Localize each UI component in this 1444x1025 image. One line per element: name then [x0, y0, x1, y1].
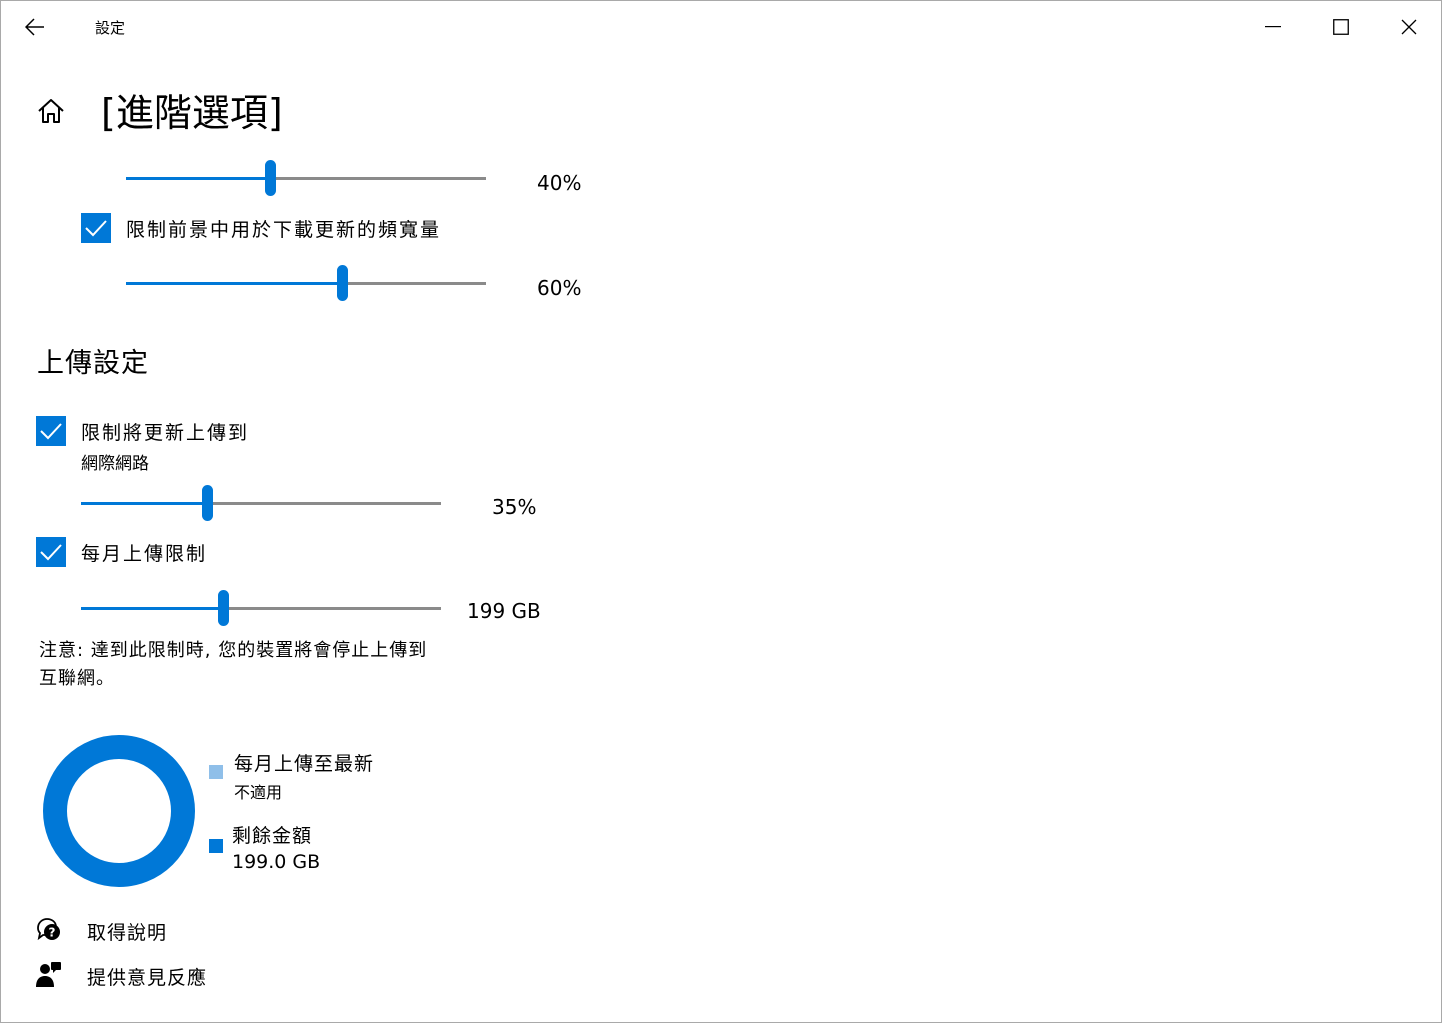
legend-value-remaining: 199.0 GB	[232, 851, 321, 873]
upload-limit-sublabel: 網際網路	[81, 454, 149, 474]
minimize-button[interactable]	[1239, 1, 1307, 53]
background-bandwidth-slider[interactable]	[126, 159, 486, 199]
legend-swatch-uploaded	[209, 765, 223, 779]
slider-fill	[81, 502, 207, 505]
foreground-bandwidth-value: 60%	[537, 276, 582, 300]
slider-thumb[interactable]	[202, 485, 213, 521]
back-button[interactable]	[19, 13, 51, 41]
slider-fill	[126, 177, 270, 180]
page-title: [進階選項]	[101, 91, 283, 135]
checkmark-icon	[40, 423, 62, 440]
give-feedback-label: 提供意見反應	[87, 967, 208, 989]
legend-swatch-remaining	[209, 839, 223, 853]
legend-value-uploaded: 不適用	[234, 783, 283, 802]
close-button[interactable]	[1375, 1, 1443, 53]
window-title: 設定	[95, 19, 126, 37]
slider-fill	[81, 607, 224, 610]
close-icon	[1401, 19, 1417, 35]
note-line: 注意: 達到此限制時, 您的裝置將會停止上傳到	[39, 640, 428, 661]
maximize-button[interactable]	[1307, 1, 1375, 53]
legend-label-remaining: 剩餘金額	[232, 825, 313, 847]
upload-limit-note: 注意: 達到此限制時, 您的裝置將會停止上傳到 互聯網。	[39, 637, 479, 693]
upload-limit-label: 限制將更新上傳到	[81, 422, 250, 444]
monthly-upload-limit-label: 每月上傳限制	[81, 543, 208, 565]
svg-text:?: ?	[49, 926, 56, 940]
foreground-limit-checkbox[interactable]	[81, 213, 111, 243]
maximize-icon	[1333, 19, 1349, 35]
back-arrow-icon	[25, 18, 44, 36]
slider-thumb[interactable]	[265, 160, 276, 196]
upload-bandwidth-value: 35%	[492, 495, 537, 519]
upload-section-title: 上傳設定	[37, 348, 149, 379]
help-chat-icon: ?	[37, 918, 60, 941]
background-bandwidth-value: 40%	[537, 171, 582, 195]
foreground-limit-label: 限制前景中用於下載更新的頻寬量	[126, 219, 442, 241]
upload-bandwidth-slider[interactable]	[81, 484, 441, 524]
slider-thumb[interactable]	[337, 265, 348, 301]
note-line: 互聯網。	[39, 668, 115, 689]
upload-usage-donut-chart	[43, 735, 195, 887]
legend-label-uploaded: 每月上傳至最新	[234, 753, 375, 775]
get-help-label: 取得說明	[87, 922, 168, 944]
monthly-upload-slider[interactable]	[81, 589, 441, 629]
feedback-person-icon	[36, 962, 61, 987]
upload-limit-checkbox[interactable]	[36, 416, 66, 446]
checkmark-icon	[40, 544, 62, 561]
settings-window: 設定 [進階選項] 40% 限制前景中用於下載更新的頻寬量 60% 上傳設定 限…	[0, 0, 1442, 1023]
home-button[interactable]	[35, 95, 67, 127]
checkmark-icon	[85, 220, 107, 237]
monthly-upload-value: 199 GB	[467, 599, 541, 623]
slider-thumb[interactable]	[218, 590, 230, 626]
title-bar: 設定	[1, 1, 1443, 53]
home-icon	[38, 99, 64, 123]
minimize-icon	[1265, 26, 1281, 28]
monthly-upload-limit-checkbox[interactable]	[36, 537, 66, 567]
slider-fill	[126, 282, 342, 285]
foreground-bandwidth-slider[interactable]	[126, 264, 486, 304]
donut-slice-1	[43, 735, 195, 887]
